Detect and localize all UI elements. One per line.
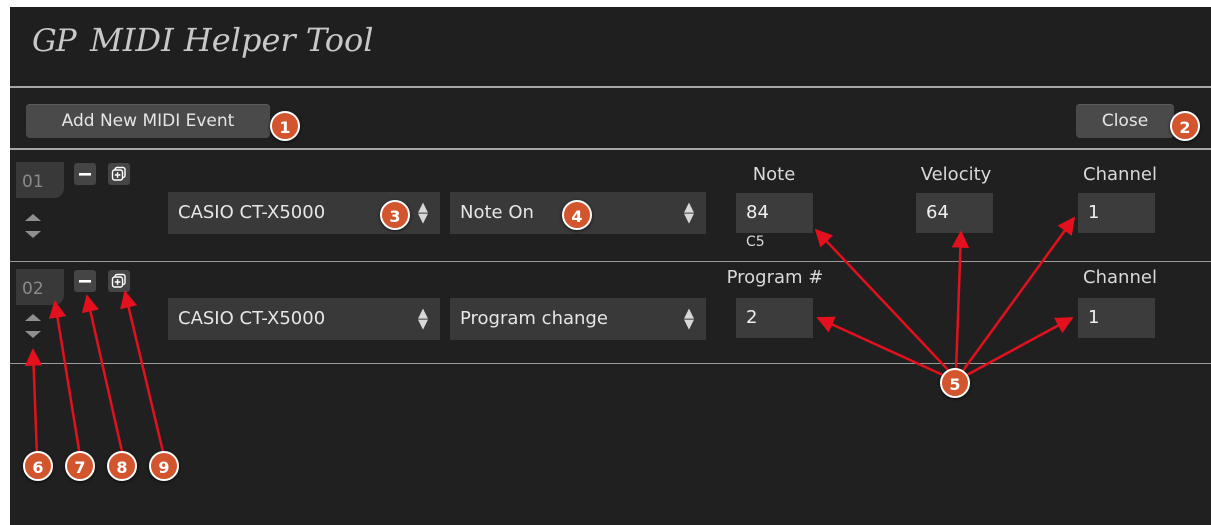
arrow-9-duplicate	[120, 290, 166, 457]
callout-badge: 4	[562, 200, 592, 230]
arrow-5-channel	[960, 216, 1076, 373]
callout-badge: 5	[940, 368, 970, 398]
arrow-5-velocity	[951, 230, 970, 373]
arrow-5-note	[814, 228, 951, 373]
callout-badge: 8	[107, 451, 137, 481]
callout-badge: 1	[270, 111, 300, 141]
callout-badge: 6	[23, 451, 53, 481]
annotation-arrows	[24, 216, 1076, 457]
callout-badge: 7	[65, 451, 95, 481]
arrow-8-remove	[81, 294, 125, 457]
callout-badge: 9	[149, 451, 179, 481]
arrow-6-move	[24, 348, 43, 457]
callout-badge: 3	[380, 200, 410, 230]
arrow-7-number	[48, 300, 82, 457]
callout-badge: 2	[1170, 111, 1200, 141]
